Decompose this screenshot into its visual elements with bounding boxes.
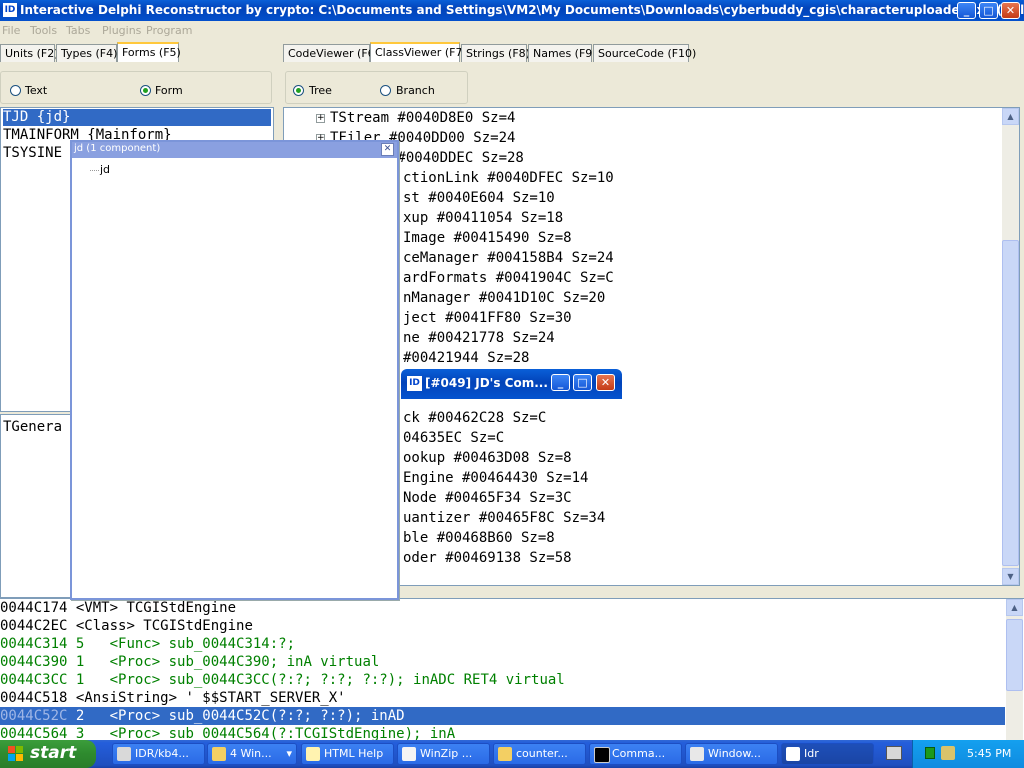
app-icon: ID: [407, 376, 422, 391]
windows-logo-icon: [8, 746, 24, 762]
jd-component-window[interactable]: jd (1 component) ✕ jd: [70, 140, 399, 600]
start-label: start: [30, 743, 77, 763]
form-item-jd[interactable]: TJD {jd}: [3, 109, 271, 126]
tab-names[interactable]: Names (F9): [528, 44, 597, 62]
tab-units[interactable]: Units (F2): [0, 44, 59, 62]
scroll-down-icon[interactable]: ▼: [1002, 568, 1019, 585]
jds-component-window[interactable]: ID [#049] JD's Com... _ □ ✕: [401, 369, 622, 399]
jd-close-icon[interactable]: ✕: [381, 143, 394, 156]
menu-file[interactable]: File: [2, 24, 20, 37]
expand-icon[interactable]: +: [316, 114, 325, 123]
tab-classviewer[interactable]: ClassViewer (F7): [370, 42, 467, 62]
console-icon: [594, 747, 610, 763]
code-line[interactable]: 0044C2EC <Class> TCGIStdEngine: [0, 617, 253, 635]
app-icon: [786, 747, 800, 761]
task-idr[interactable]: Idr: [781, 743, 874, 765]
help-icon: [306, 747, 320, 761]
network-icon[interactable]: [925, 747, 935, 759]
clock: 5:45 PM: [967, 747, 1012, 760]
text-radio[interactable]: [10, 85, 21, 96]
tab-sourcecode[interactable]: SourceCode (F10): [593, 44, 696, 62]
jd-window-title: jd (1 component): [74, 143, 161, 154]
tree-scrollbar[interactable]: ▲ ▼: [1002, 108, 1019, 585]
menu-tools[interactable]: Tools: [30, 24, 57, 37]
title-bar[interactable]: ID Interactive Delphi Reconstructor by c…: [0, 0, 1024, 21]
scroll-thumb[interactable]: [1006, 619, 1023, 691]
tab-types[interactable]: Types (F4): [56, 44, 117, 62]
start-button[interactable]: start: [0, 740, 96, 768]
maximize-button[interactable]: □: [573, 374, 592, 391]
tree-radio[interactable]: [293, 85, 304, 96]
menu-program[interactable]: Program: [146, 24, 192, 37]
menu-tabs[interactable]: Tabs: [66, 24, 90, 37]
chevron-down-icon: ▾: [286, 747, 292, 760]
window-title: Interactive Delphi Reconstructor by cryp…: [20, 3, 1024, 17]
code-line[interactable]: 0044C314 5 <Func> sub_0044C314:?;: [0, 635, 295, 653]
code-line[interactable]: 0044C390 1 <Proc> sub_0044C390; inA virt…: [0, 653, 379, 671]
maximize-button[interactable]: □: [979, 2, 998, 19]
branch-radio-label: Branch: [396, 84, 435, 97]
form-radio-label: Form: [155, 84, 183, 97]
taskbar: start IDR/kb4... 4 Win... ▾ HTML Help Win…: [0, 740, 1024, 768]
minimize-button[interactable]: _: [551, 374, 570, 391]
system-tray: 5:45 PM: [912, 740, 1024, 768]
tree-radio-label: Tree: [309, 84, 332, 97]
task-html-help[interactable]: HTML Help: [301, 743, 394, 765]
task-idr-kb[interactable]: IDR/kb4...: [112, 743, 205, 765]
task-command-prompt[interactable]: Comma...: [589, 743, 682, 765]
jd-window-caption[interactable]: jd (1 component) ✕: [72, 142, 397, 158]
jd-component-item[interactable]: jd: [100, 163, 110, 176]
scroll-up-icon[interactable]: ▲: [1006, 599, 1023, 616]
code-line[interactable]: 0044C174 <VMT> TCGIStdEngine: [0, 599, 236, 617]
window-icon: [690, 747, 704, 761]
menu-plugins[interactable]: Plugins: [102, 24, 141, 37]
form-text-line: TGenera: [3, 419, 63, 435]
code-line[interactable]: 0044C564 3 <Proc> sub_0044C564(?:TCGIStd…: [0, 725, 455, 741]
app-icon: ID: [3, 3, 17, 17]
tab-forms[interactable]: Forms (F5): [117, 42, 181, 62]
minimize-button[interactable]: _: [957, 2, 976, 19]
menu-bar: File Tools Tabs Plugins Program: [0, 21, 1024, 41]
code-scrollbar[interactable]: ▲: [1006, 599, 1023, 741]
close-button[interactable]: ✕: [596, 374, 615, 391]
tree-node[interactable]: TStream #0040D8E0 Sz=4: [330, 108, 614, 128]
task-windows-group[interactable]: 4 Win... ▾: [207, 743, 297, 765]
task-counter[interactable]: counter...: [493, 743, 586, 765]
folder-icon: [498, 747, 512, 761]
keyboard-icon[interactable]: [886, 746, 902, 760]
scroll-thumb[interactable]: [1002, 240, 1019, 566]
task-window[interactable]: Window...: [685, 743, 778, 765]
form-item-sysine[interactable]: TSYSINE: [3, 145, 62, 162]
task-winzip[interactable]: WinZip ...: [397, 743, 490, 765]
code-line-selected[interactable]: 0044C52C 2 <Proc> sub_0044C52C(?:?; ?:?)…: [0, 707, 405, 725]
tab-codeviewer[interactable]: CodeViewer (F6): [283, 44, 379, 62]
form-radio[interactable]: [140, 85, 151, 96]
close-button[interactable]: ✕: [1001, 2, 1020, 19]
branch-radio[interactable]: [380, 85, 391, 96]
tray-app-icon[interactable]: [941, 746, 955, 760]
tab-strings[interactable]: Strings (F8): [461, 44, 530, 62]
code-listing[interactable]: 0044C174 <VMT> TCGIStdEngine 0044C2EC <C…: [0, 598, 1024, 741]
winzip-icon: [402, 747, 416, 761]
code-line[interactable]: 0044C3CC 1 <Proc> sub_0044C3CC(?:?; ?:?;…: [0, 671, 565, 689]
jds-window-title: [#049] JD's Com...: [425, 376, 548, 390]
folder-icon: [212, 747, 226, 761]
text-radio-label: Text: [25, 84, 48, 97]
code-line[interactable]: 0044C518 <AnsiString> ' $$START_SERVER_X…: [0, 689, 346, 707]
scroll-up-icon[interactable]: ▲: [1002, 108, 1019, 125]
app-icon: [117, 747, 131, 761]
tree-connector: [90, 170, 99, 171]
